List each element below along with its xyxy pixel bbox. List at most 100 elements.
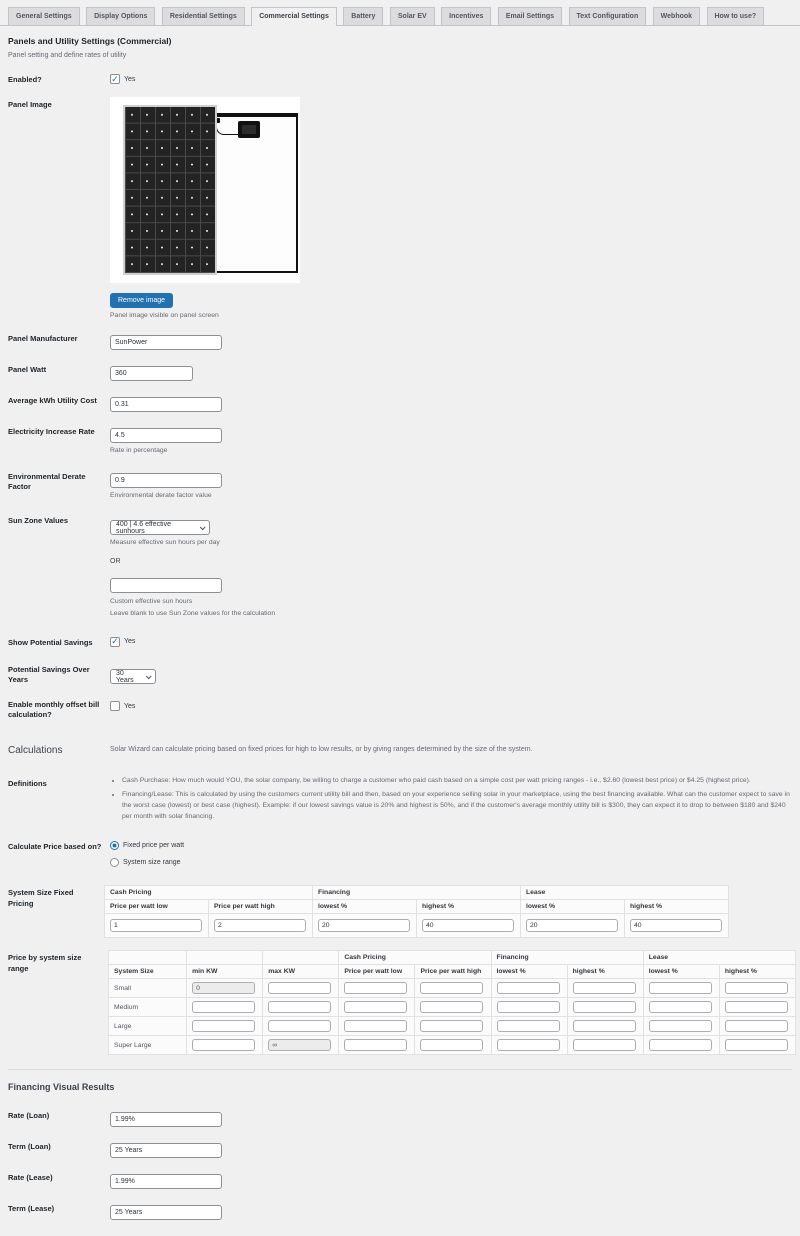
small-lease-lowest-input[interactable] — [648, 982, 712, 995]
super-large-fin-lowest-input[interactable] — [496, 1039, 560, 1052]
calc-basis-size-range-label: System size range — [123, 859, 181, 867]
tab-solar-ev[interactable]: Solar EV — [389, 7, 435, 25]
panel-manufacturer-input[interactable] — [110, 335, 222, 351]
electricity-increase-rate-input[interactable] — [110, 428, 222, 444]
fixed-ppw-high-input[interactable] — [214, 919, 306, 933]
sun-zone-select[interactable]: 400 | 4.6 effective sunhours — [110, 520, 210, 536]
row-environmental-derate: Environmental Derate Factor Environmenta… — [8, 469, 792, 501]
potential-savings-years-select[interactable]: 30 Years — [110, 669, 156, 685]
fixed-ppw-low-input[interactable] — [110, 919, 202, 933]
medium-ppw-high-input[interactable] — [420, 1001, 484, 1014]
small-ppw-high-input[interactable] — [420, 982, 484, 995]
tab-email-settings[interactable]: Email Settings — [497, 7, 563, 25]
fixed-lease-highest-input[interactable] — [630, 919, 722, 933]
tab-display-options[interactable]: Display Options — [86, 7, 156, 25]
fixed-lease-lowest-input[interactable] — [526, 919, 618, 933]
super-large-max-kw-input[interactable] — [268, 1039, 332, 1052]
large-ppw-high-input[interactable] — [420, 1020, 484, 1033]
show-potential-savings-checkbox[interactable]: ✓ — [110, 636, 120, 647]
fixed-col-ppw-high: Price per watt high — [208, 899, 313, 915]
row-panel-manufacturer: Panel Manufacturer — [8, 331, 792, 351]
small-max-kw-input[interactable] — [268, 982, 332, 995]
custom-sun-hours-input[interactable] — [110, 578, 222, 594]
tab-battery[interactable]: Battery — [343, 7, 384, 25]
tab-incentives[interactable]: Incentives — [441, 7, 492, 25]
small-lease-highest-input[interactable] — [724, 982, 788, 995]
definitions-label: Definitions — [8, 778, 47, 788]
large-max-kw-input[interactable] — [268, 1020, 332, 1033]
range-row-large-name: Large — [107, 1016, 188, 1037]
inverter-cable — [215, 118, 238, 136]
term-lease-input[interactable] — [110, 1205, 222, 1221]
large-lease-lowest-input[interactable] — [648, 1020, 712, 1033]
medium-lease-highest-input[interactable] — [724, 1001, 788, 1014]
super-large-lease-highest-input[interactable] — [724, 1039, 788, 1052]
small-fin-lowest-input[interactable] — [496, 982, 560, 995]
medium-fin-highest-input[interactable] — [572, 1001, 636, 1014]
range-col-fin-highest: highest % — [566, 964, 644, 980]
small-ppw-low-input[interactable] — [344, 982, 408, 995]
tab-how-to-use[interactable]: How to use? — [706, 7, 765, 25]
page-subtitle: Panel setting and define rates of utilit… — [8, 52, 127, 59]
fixed-fin-lowest-input[interactable] — [318, 919, 410, 933]
super-large-ppw-low-input[interactable] — [344, 1039, 408, 1052]
row-size-range-pricing: Price by system size range Cash Pricing … — [8, 950, 797, 1056]
medium-min-kw-input[interactable] — [192, 1001, 256, 1014]
tab-text-configuration[interactable]: Text Configuration — [568, 7, 647, 25]
remove-image-button[interactable]: Remove image — [110, 293, 174, 309]
fixed-col-lease-lowest: lowest % — [520, 899, 625, 915]
panel-front-view — [123, 105, 217, 276]
tab-commercial-settings[interactable]: Commercial Settings — [251, 7, 337, 26]
medium-max-kw-input[interactable] — [268, 1001, 332, 1014]
row-monthly-offset: Enable monthly offset bill calculation? … — [8, 697, 792, 720]
avg-kwh-cost-input[interactable] — [110, 397, 222, 413]
large-ppw-low-input[interactable] — [344, 1020, 408, 1033]
fixed-pricing-table: Cash Pricing Financing Lease Price per w… — [104, 885, 729, 939]
monthly-offset-option-label: Yes — [124, 702, 136, 710]
panel-watt-input[interactable] — [110, 366, 193, 382]
environmental-derate-input[interactable] — [110, 472, 222, 488]
large-min-kw-input[interactable] — [192, 1020, 256, 1033]
calc-basis-size-range-radio[interactable] — [110, 858, 119, 868]
potential-savings-years-label: Potential Savings Over Years — [8, 664, 90, 684]
or-label: OR — [110, 558, 121, 566]
tab-general-settings[interactable]: General Settings — [8, 7, 80, 25]
medium-ppw-low-input[interactable] — [344, 1001, 408, 1014]
super-large-min-kw-input[interactable] — [192, 1039, 256, 1052]
financing-visual-results-heading: Financing Visual Results — [8, 1082, 115, 1093]
fixed-fin-highest-input[interactable] — [422, 919, 514, 933]
definitions-list: Cash Purchase: How much would YOU, the s… — [122, 776, 792, 823]
range-row-medium-name: Medium — [107, 997, 188, 1018]
tab-residential-settings[interactable]: Residential Settings — [161, 7, 245, 25]
large-fin-lowest-input[interactable] — [496, 1020, 560, 1033]
super-large-ppw-high-input[interactable] — [420, 1039, 484, 1052]
range-row-small-name: Small — [107, 978, 188, 999]
row-fixed-pricing: System Size Fixed Pricing Cash Pricing F… — [8, 885, 792, 939]
super-large-fin-highest-input[interactable] — [572, 1039, 636, 1052]
large-lease-highest-input[interactable] — [724, 1020, 788, 1033]
rate-loan-input[interactable] — [110, 1112, 222, 1128]
rate-lease-label: Rate (Lease) — [8, 1173, 53, 1183]
row-sun-zone-values: Sun Zone Values 400 | 4.6 effective sunh… — [8, 513, 792, 619]
chevron-down-icon — [200, 524, 206, 530]
range-col-lease-highest: highest % — [718, 964, 797, 980]
medium-lease-lowest-input[interactable] — [648, 1001, 712, 1014]
enabled-checkbox[interactable]: ✓ — [110, 74, 120, 84]
row-potential-savings-years: Potential Savings Over Years 30 Years — [8, 662, 792, 685]
medium-fin-lowest-input[interactable] — [496, 1001, 560, 1014]
small-fin-highest-input[interactable] — [572, 982, 636, 995]
super-large-lease-lowest-input[interactable] — [648, 1039, 712, 1052]
range-col-system-size: System Size — [107, 964, 188, 980]
environmental-derate-description: Environmental derate factor value — [110, 491, 212, 499]
sun-zone-description: Measure effective sun hours per day — [110, 539, 220, 547]
small-min-kw-input[interactable] — [192, 982, 256, 995]
term-loan-input[interactable] — [110, 1143, 222, 1159]
rate-lease-input[interactable] — [110, 1174, 222, 1190]
rate-loan-label: Rate (Loan) — [8, 1111, 50, 1121]
large-fin-highest-input[interactable] — [572, 1020, 636, 1033]
monthly-offset-checkbox[interactable] — [110, 701, 120, 712]
panel-watt-label: Panel Watt — [8, 365, 47, 375]
tab-webhook[interactable]: Webhook — [652, 7, 701, 25]
calc-basis-fixed-price-radio[interactable] — [110, 841, 119, 851]
range-col-lease-lowest: lowest % — [642, 964, 720, 980]
